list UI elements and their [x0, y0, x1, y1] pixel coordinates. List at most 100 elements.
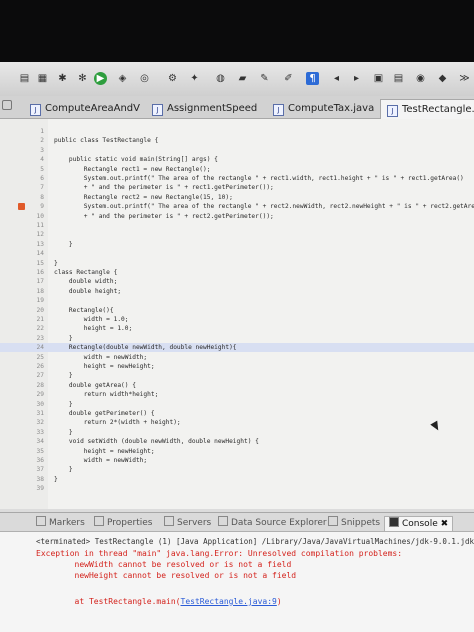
run-config-icon[interactable]: ◈: [116, 72, 129, 85]
code-line[interactable]: 2 public class TestRectangle {: [0, 136, 474, 145]
code-line[interactable]: 3: [0, 146, 474, 155]
code-text[interactable]: double getPerimeter() {: [54, 409, 155, 418]
tab-console[interactable]: Console ✖: [384, 516, 454, 531]
code-line[interactable]: 25 width = newWidth;: [0, 353, 474, 362]
code-text[interactable]: Rectangle(double newWidth, double newHei…: [54, 343, 237, 352]
new-class-icon[interactable]: ◎: [138, 72, 151, 85]
code-text[interactable]: width = newWidth;: [54, 353, 147, 362]
code-editor[interactable]: 1 2 public class TestRectangle {3 4 public …: [0, 119, 474, 509]
code-text[interactable]: }: [54, 465, 73, 474]
code-text[interactable]: return 2*(width + height);: [54, 418, 181, 427]
code-line[interactable]: 6 System.out.printf(" The area of the re…: [0, 174, 474, 183]
code-line[interactable]: 17 double width;: [0, 277, 474, 286]
code-text[interactable]: height = newHeight;: [54, 447, 155, 456]
new-icon[interactable]: ▤: [18, 72, 31, 85]
code-line[interactable]: 34 void setWidth (double newWidth, doubl…: [0, 437, 474, 446]
tab-computeareaandv[interactable]: J ComputeAreaAndV: [30, 99, 140, 118]
link-icon[interactable]: ✎: [258, 72, 271, 85]
code-line[interactable]: 38}: [0, 475, 474, 484]
code-text[interactable]: height = newHeight;: [54, 362, 155, 371]
code-line[interactable]: 11: [0, 221, 474, 230]
code-line[interactable]: 16 class Rectangle {: [0, 268, 474, 277]
code-line[interactable]: 14: [0, 249, 474, 258]
code-line[interactable]: 15}: [0, 259, 474, 268]
code-line[interactable]: 35 height = newHeight;: [0, 447, 474, 456]
folder-icon[interactable]: ◍: [214, 72, 227, 85]
code-text[interactable]: + " and the perimeter is " + rect1.getPe…: [54, 183, 274, 192]
code-text[interactable]: void setWidth (double newWidth, double n…: [54, 437, 259, 446]
code-line[interactable]: 10 + " and the perimeter is " + rect2.ge…: [0, 212, 474, 221]
annotation-icon[interactable]: ¶: [306, 72, 319, 85]
code-line[interactable]: 36 width = newWidth;: [0, 456, 474, 465]
code-text[interactable]: }: [54, 475, 58, 484]
code-line[interactable]: 26 height = newHeight;: [0, 362, 474, 371]
code-line[interactable]: 23 }: [0, 334, 474, 343]
java-perspective-icon[interactable]: ◆: [436, 72, 449, 85]
code-line[interactable]: 18 double height;: [0, 287, 474, 296]
code-line[interactable]: 30 }: [0, 400, 474, 409]
code-text[interactable]: double width;: [54, 277, 117, 286]
tab-properties[interactable]: Properties: [94, 516, 152, 530]
code-line[interactable]: 39: [0, 484, 474, 493]
code-line[interactable]: 5 Rectangle rect1 = new Rectangle();: [0, 165, 474, 174]
code-line[interactable]: 22 height = 1.0;: [0, 324, 474, 333]
code-line[interactable]: 4 public static void main(String[] args)…: [0, 155, 474, 164]
minimize-icon[interactable]: [2, 100, 12, 110]
code-text[interactable]: return width*height;: [54, 390, 159, 399]
settings-icon[interactable]: ✻: [76, 72, 89, 85]
code-text[interactable]: public class TestRectangle {: [54, 136, 158, 145]
code-line[interactable]: 1: [0, 127, 474, 136]
code-line[interactable]: 32 return 2*(width + height);: [0, 418, 474, 427]
forward-icon[interactable]: ▸: [350, 72, 363, 85]
stacktrace-link[interactable]: TestRectangle.java:9: [181, 597, 277, 606]
open-folder-icon[interactable]: ▰: [236, 72, 249, 85]
code-line[interactable]: 27 }: [0, 371, 474, 380]
code-text[interactable]: }: [54, 334, 73, 343]
back-icon[interactable]: ◂: [330, 72, 343, 85]
code-line[interactable]: 24 Rectangle(double newWidth, double new…: [0, 343, 474, 353]
code-line[interactable]: 21 width = 1.0;: [0, 315, 474, 324]
code-line[interactable]: 7 + " and the perimeter is " + rect1.get…: [0, 183, 474, 192]
code-line[interactable]: 9 System.out.printf(" The area of the re…: [0, 202, 474, 211]
open-type-icon[interactable]: ⚙: [166, 72, 179, 85]
code-text[interactable]: Rectangle(){: [54, 306, 114, 315]
code-line[interactable]: 20 Rectangle(){: [0, 306, 474, 315]
code-line[interactable]: 19: [0, 296, 474, 305]
tab-computetax[interactable]: J ComputeTax.java: [273, 99, 374, 118]
globe-icon[interactable]: ◉: [414, 72, 427, 85]
outline-icon[interactable]: ▤: [392, 72, 405, 85]
code-line[interactable]: 8 Rectangle rect2 = new Rectangle(15, 10…: [0, 193, 474, 202]
code-text[interactable]: }: [54, 428, 73, 437]
code-line[interactable]: 12: [0, 230, 474, 239]
code-text[interactable]: width = 1.0;: [54, 315, 129, 324]
debug-icon[interactable]: ✱: [56, 72, 69, 85]
code-text[interactable]: class Rectangle {: [54, 268, 117, 277]
code-line[interactable]: 33 }: [0, 428, 474, 437]
code-text[interactable]: height = 1.0;: [54, 324, 132, 333]
code-line[interactable]: 28 double getArea() {: [0, 381, 474, 390]
code-line[interactable]: 29 return width*height;: [0, 390, 474, 399]
run-icon[interactable]: ▶: [94, 72, 107, 85]
code-text[interactable]: double height;: [54, 287, 121, 296]
error-marker-icon[interactable]: [18, 203, 25, 211]
code-text[interactable]: public static void main(String[] args) {: [54, 155, 218, 164]
code-text[interactable]: Rectangle rect2 = new Rectangle(15, 10);: [54, 193, 233, 202]
code-line[interactable]: 31 double getPerimeter() {: [0, 409, 474, 418]
code-text[interactable]: double getArea() {: [54, 381, 136, 390]
code-text[interactable]: System.out.printf(" The area of the rect…: [54, 202, 474, 211]
tab-markers[interactable]: Markers: [36, 516, 85, 530]
code-text[interactable]: Rectangle rect1 = new Rectangle();: [54, 165, 211, 174]
code-text[interactable]: + " and the perimeter is " + rect2.getPe…: [54, 212, 274, 221]
search-icon[interactable]: ✦: [188, 72, 201, 85]
code-text[interactable]: }: [54, 371, 73, 380]
tab-testrectangle[interactable]: J TestRectangle.j: [380, 99, 474, 119]
code-text[interactable]: }: [54, 400, 73, 409]
code-text[interactable]: }: [54, 259, 58, 268]
code-text[interactable]: System.out.printf(" The area of the rect…: [54, 174, 464, 183]
code-text[interactable]: }: [54, 240, 73, 249]
code-line[interactable]: 37 }: [0, 465, 474, 474]
tab-snippets[interactable]: Snippets: [328, 516, 380, 530]
pin-icon[interactable]: ✐: [282, 72, 295, 85]
perspective-icon[interactable]: ▣: [372, 72, 385, 85]
tab-data-source-explorer[interactable]: Data Source Explorer: [218, 516, 327, 530]
